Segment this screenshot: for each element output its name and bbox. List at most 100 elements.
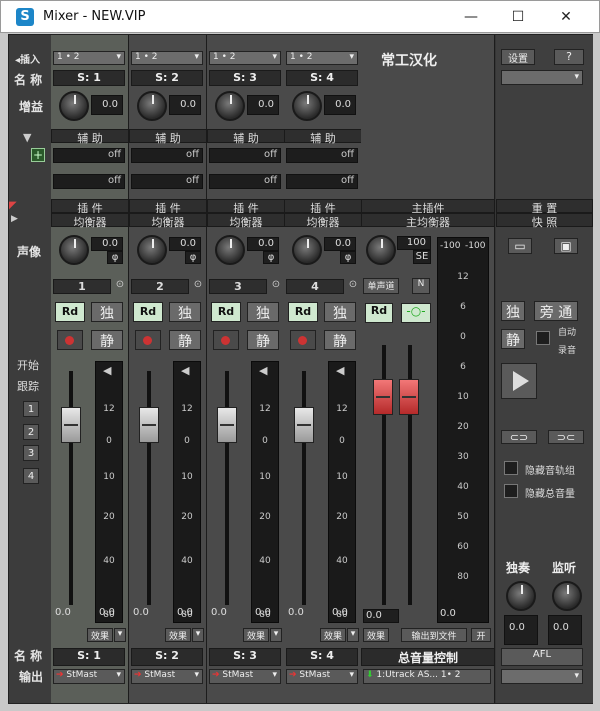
aux-send-1[interactable]: off xyxy=(131,148,203,163)
n-button[interactable]: N xyxy=(412,278,430,294)
link-icon[interactable]: -○- xyxy=(401,303,431,323)
options-icon[interactable]: ⊙ xyxy=(191,279,205,294)
aux-collapse-icon[interactable]: ▼ xyxy=(23,131,31,144)
master-fader-left[interactable] xyxy=(373,379,393,415)
channel-name[interactable]: S: 1 xyxy=(53,70,125,86)
gain-knob[interactable] xyxy=(292,91,322,121)
effect-button[interactable]: 效果 xyxy=(87,628,113,642)
effect-dropdown-icon[interactable]: ▾ xyxy=(192,628,204,642)
master-pan-knob[interactable] xyxy=(366,235,396,265)
record-arm-icon[interactable] xyxy=(213,330,239,350)
hide-tracks-checkbox[interactable] xyxy=(504,461,518,475)
master-output-select[interactable]: ⬇ 1:Utrack AS... 1• 2 xyxy=(363,669,491,684)
solo-button[interactable]: 独 xyxy=(324,302,356,322)
input-select[interactable]: 1 • 2 ▾ xyxy=(286,51,358,65)
effect-dropdown-icon[interactable]: ▾ xyxy=(114,628,126,642)
effect-button[interactable]: 效果 xyxy=(320,628,346,642)
input-select[interactable]: 1 • 2 ▾ xyxy=(53,51,125,65)
pan-knob[interactable] xyxy=(59,235,89,265)
aux-header[interactable]: 辅 助 xyxy=(207,129,285,145)
preset-select[interactable]: ▾ xyxy=(501,70,583,85)
master-effect-button[interactable]: 效果 xyxy=(363,628,389,642)
eq-header[interactable]: 均衡器 xyxy=(284,213,362,229)
follow-button-3[interactable]: 3 xyxy=(23,445,39,461)
options-icon[interactable]: ⊙ xyxy=(113,279,127,294)
volume-fader[interactable] xyxy=(217,407,237,443)
mute-button[interactable]: 静 xyxy=(91,330,123,350)
afl-output-select[interactable]: ▾ xyxy=(501,669,583,684)
bypass-button[interactable]: 旁 通 xyxy=(534,301,578,321)
output-select[interactable]: ➔ StMast ▾ xyxy=(131,669,203,684)
input-select[interactable]: 1 • 2 ▾ xyxy=(209,51,281,65)
mute-button[interactable]: 静 xyxy=(324,330,356,350)
channel-name[interactable]: S: 3 xyxy=(209,70,281,86)
pan-knob[interactable] xyxy=(137,235,167,265)
channel-name[interactable]: S: 4 xyxy=(286,70,358,86)
global-solo-button[interactable]: 独 xyxy=(501,301,525,321)
master-eq-header[interactable]: 主均衡器 xyxy=(361,213,495,229)
add-aux-icon[interactable]: + xyxy=(31,148,45,162)
link-channels-icon[interactable]: ⊂⊃ xyxy=(501,430,537,444)
output-to-file-button[interactable]: 输出到文件 xyxy=(401,628,467,642)
effect-button[interactable]: 效果 xyxy=(165,628,191,642)
follow-button-1[interactable]: 1 xyxy=(23,401,39,417)
aux-header[interactable]: 辅 助 xyxy=(129,129,207,145)
volume-fader[interactable] xyxy=(61,407,81,443)
record-arm-icon[interactable] xyxy=(290,330,316,350)
mute-button[interactable]: 静 xyxy=(169,330,201,350)
read-button[interactable]: Rd xyxy=(133,302,163,322)
options-icon[interactable]: ⊙ xyxy=(269,279,283,294)
aux-send-1[interactable]: off xyxy=(53,148,125,163)
read-button[interactable]: Rd xyxy=(288,302,318,322)
channel-name[interactable]: S: 2 xyxy=(131,70,203,86)
close-button[interactable]: ✕ xyxy=(551,5,581,29)
speaker-icon[interactable]: ◀ xyxy=(181,364,189,377)
output-select[interactable]: ➔ StMast ▾ xyxy=(209,669,281,684)
effect-button[interactable]: 效果 xyxy=(243,628,269,642)
eq-expand-icon[interactable]: ▶ xyxy=(11,214,18,224)
afl-button[interactable]: AFL xyxy=(501,648,583,666)
solo-button[interactable]: 独 xyxy=(91,302,123,322)
monitor-level-knob[interactable] xyxy=(552,581,582,611)
gain-knob[interactable] xyxy=(215,91,245,121)
speaker-icon[interactable]: ◀ xyxy=(103,364,111,377)
master-plugin-header[interactable]: 主插件 xyxy=(361,199,495,215)
master-fader-right[interactable] xyxy=(399,379,419,415)
aux-send-1[interactable]: off xyxy=(286,148,358,163)
solo-button[interactable]: 独 xyxy=(247,302,279,322)
pan-knob[interactable] xyxy=(215,235,245,265)
aux-send-1[interactable]: off xyxy=(209,148,281,163)
save-disk-icon[interactable]: ▣ xyxy=(554,238,578,254)
input-select[interactable]: 1 • 2 ▾ xyxy=(131,51,203,65)
read-button[interactable]: Rd xyxy=(211,302,241,322)
gain-knob[interactable] xyxy=(137,91,167,121)
maximize-button[interactable]: ☐ xyxy=(503,5,533,29)
play-button[interactable] xyxy=(501,363,537,399)
phase-icon[interactable]: φ xyxy=(263,251,279,264)
aux-send-2[interactable]: off xyxy=(131,174,203,189)
solo-button[interactable]: 独 xyxy=(169,302,201,322)
gain-knob[interactable] xyxy=(59,91,89,121)
plugin-header[interactable]: 插 件 xyxy=(51,199,129,215)
minimize-button[interactable]: — xyxy=(456,5,486,29)
aux-header[interactable]: 辅 助 xyxy=(51,129,129,145)
master-read-button[interactable]: Rd xyxy=(365,303,393,323)
auto-checkbox[interactable] xyxy=(536,331,550,345)
effect-dropdown-icon[interactable]: ▾ xyxy=(270,628,282,642)
settings-button[interactable]: 设置 xyxy=(501,49,535,65)
global-mute-button[interactable]: 静 xyxy=(501,329,525,349)
speaker-icon[interactable]: ◀ xyxy=(259,364,267,377)
record-arm-icon[interactable] xyxy=(135,330,161,350)
plugin-header[interactable]: 插 件 xyxy=(129,199,207,215)
snapshot-header[interactable]: 快 照 xyxy=(496,213,593,229)
plugin-header[interactable]: 插 件 xyxy=(284,199,362,215)
phase-icon[interactable]: φ xyxy=(107,251,123,264)
solo-level-knob[interactable] xyxy=(506,581,536,611)
help-button[interactable]: ? xyxy=(554,49,584,65)
eq-header[interactable]: 均衡器 xyxy=(207,213,285,229)
phase-icon[interactable]: φ xyxy=(340,251,356,264)
reset-header[interactable]: 重 置 xyxy=(496,199,593,215)
plugin-header[interactable]: 插 件 xyxy=(207,199,285,215)
effect-dropdown-icon[interactable]: ▾ xyxy=(347,628,359,642)
record-arm-icon[interactable] xyxy=(57,330,83,350)
